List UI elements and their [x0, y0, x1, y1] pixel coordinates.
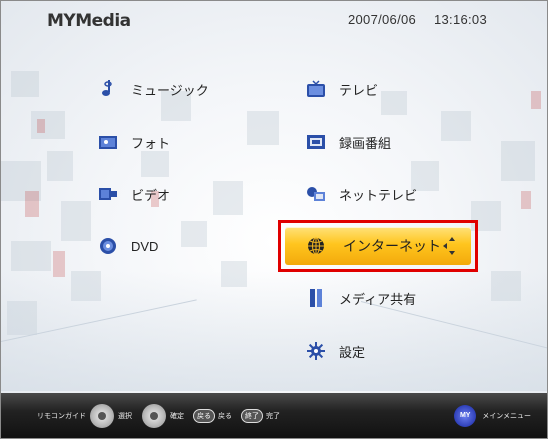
back-hint: 戻る 戻る — [190, 408, 232, 423]
menu-label-video: ビデオ — [131, 187, 171, 203]
menu-item-video[interactable]: ビデオ — [97, 179, 170, 209]
back-key-icon: 戻る — [193, 408, 215, 423]
confirm-label: 確定 — [170, 412, 184, 420]
finish-label: 完了 — [266, 412, 280, 420]
dpad-confirm-icon — [142, 403, 166, 428]
menu-item-photo[interactable]: フォト — [97, 127, 170, 157]
recorded-program-icon — [305, 131, 327, 153]
remote-guide-bar: リモコンガイド 選択 確定 戻る 戻る 終了 完了 MY メインメニュー — [1, 393, 547, 438]
menu-label-recorded: 録画番組 — [339, 135, 392, 151]
net-tv-icon — [305, 183, 327, 205]
menu-item-tv[interactable]: テレビ — [305, 74, 378, 104]
media-share-icon — [305, 287, 327, 309]
menu-item-settings[interactable]: 設定 — [305, 336, 365, 366]
time-text: 13:16:03 — [433, 12, 487, 27]
my-button-icon: MY — [454, 404, 477, 427]
remote-guide: リモコンガイド 選択 — [37, 403, 132, 428]
select-label: 選択 — [118, 412, 132, 420]
disc-icon — [97, 235, 119, 257]
dpad-select-icon — [90, 403, 114, 428]
tv-icon — [305, 78, 327, 100]
menu-item-recorded[interactable]: 録画番組 — [305, 127, 391, 157]
menu-item-music[interactable]: ミュージック — [97, 74, 209, 104]
main-menu-label: メインメニュー — [482, 412, 531, 420]
finish-key-icon: 終了 — [241, 408, 263, 423]
menu-label-net-tv: ネットテレビ — [339, 187, 418, 203]
menu-label-photo: フォト — [131, 135, 171, 151]
menu-label-music: ミュージック — [131, 82, 209, 98]
menu-item-dvd[interactable]: DVD — [97, 231, 158, 261]
confirm-hint: 確定 — [138, 403, 184, 428]
menu-item-net-tv[interactable]: ネットテレビ — [305, 179, 417, 209]
remote-guide-label: リモコンガイド — [37, 412, 86, 420]
date-text: 2007/06/06 — [347, 12, 417, 27]
menu-item-internet[interactable]: インターネット — [285, 227, 471, 265]
back-label: 戻る — [218, 412, 232, 420]
photo-icon — [97, 131, 119, 153]
main-menu-button[interactable]: MY メインメニュー — [454, 404, 531, 427]
video-icon — [97, 183, 119, 205]
menu-label-dvd: DVD — [131, 238, 159, 254]
mymedia-logo: MYMedia — [47, 11, 131, 31]
header: MYMedia 2007/06/06 13:16:03 — [1, 1, 547, 41]
menu-item-media-share[interactable]: メディア共有 — [305, 283, 416, 313]
finish-hint: 終了 完了 — [238, 408, 280, 423]
menu-label-settings: 設定 — [339, 344, 366, 360]
menu-label-tv: テレビ — [339, 82, 379, 98]
navigation-arrows-icon — [441, 235, 463, 257]
globe-icon — [305, 235, 327, 257]
mymedia-screen: MYMedia 2007/06/06 13:16:03 ミュージック フォト ビ… — [0, 0, 548, 439]
date-time: 2007/06/06 13:16:03 — [334, 12, 487, 27]
background-decoration — [1, 41, 547, 391]
menu-label-internet: インターネット — [343, 238, 441, 254]
settings-gear-icon — [305, 340, 327, 362]
music-note-icon — [97, 78, 119, 100]
menu-label-media-share: メディア共有 — [339, 291, 417, 307]
